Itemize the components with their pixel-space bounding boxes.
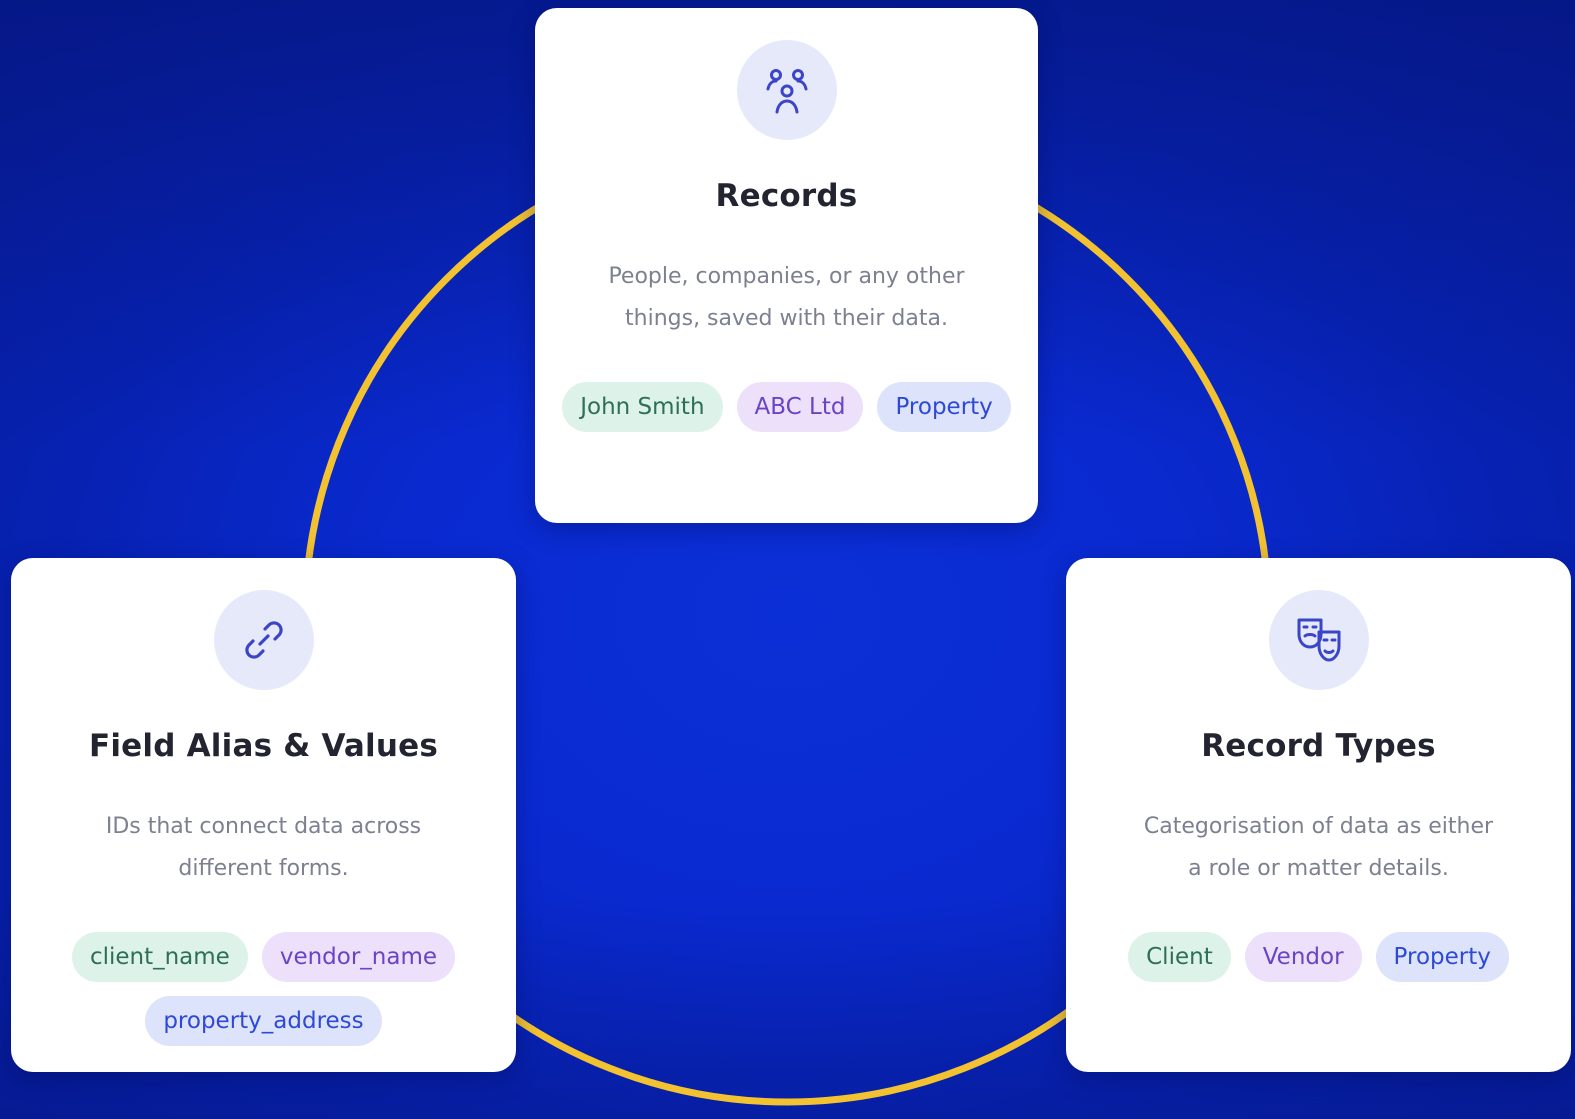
records-description: People, companies, or any other things, … xyxy=(559,256,1014,340)
record-types-description-line: a role or matter details. xyxy=(1188,856,1449,881)
tag-property-address: property_address xyxy=(145,996,382,1046)
record-types-card: Record Types Categorisation of data as e… xyxy=(1066,558,1571,1072)
records-tags: John Smith ABC Ltd Property xyxy=(549,382,1024,432)
records-title: Records xyxy=(715,178,858,214)
tag-abc-ltd: ABC Ltd xyxy=(736,382,864,432)
tag-john-smith: John Smith xyxy=(562,382,723,432)
record-types-description-line: Categorisation of data as either xyxy=(1143,814,1494,839)
record-types-description: Categorisation of data as either a role … xyxy=(1090,806,1547,890)
records-description-line: things, saved with their data. xyxy=(625,306,948,331)
tag-property: Property xyxy=(1375,932,1509,982)
records-description-line: People, companies, or any other xyxy=(608,264,965,289)
field-alias-card: Field Alias & Values IDs that connect da… xyxy=(11,558,516,1072)
records-card: Records People, companies, or any other … xyxy=(535,8,1038,523)
tag-client-name: client_name xyxy=(71,932,248,982)
link-icon xyxy=(244,621,283,659)
field-alias-description-line: IDs that connect data across xyxy=(105,814,422,839)
tag-client: Client xyxy=(1128,932,1231,982)
records-icon-badge xyxy=(736,40,837,140)
tag-vendor: Vendor xyxy=(1244,932,1362,982)
field-alias-title: Field Alias & Values xyxy=(88,728,439,764)
field-alias-tags: client_name vendor_name property_address xyxy=(25,932,502,1046)
field-alias-icon-badge xyxy=(213,590,314,690)
theater-masks-icon xyxy=(1297,618,1340,662)
record-types-title: Record Types xyxy=(1201,728,1436,764)
record-types-icon-badge xyxy=(1268,590,1369,690)
people-group-icon xyxy=(766,69,807,114)
tag-vendor-name: vendor_name xyxy=(261,932,456,982)
field-alias-description: IDs that connect data across different f… xyxy=(35,806,492,890)
tag-property: Property xyxy=(877,382,1011,432)
field-alias-description-line: different forms. xyxy=(178,856,349,881)
record-types-tags: Client Vendor Property xyxy=(1080,932,1557,982)
